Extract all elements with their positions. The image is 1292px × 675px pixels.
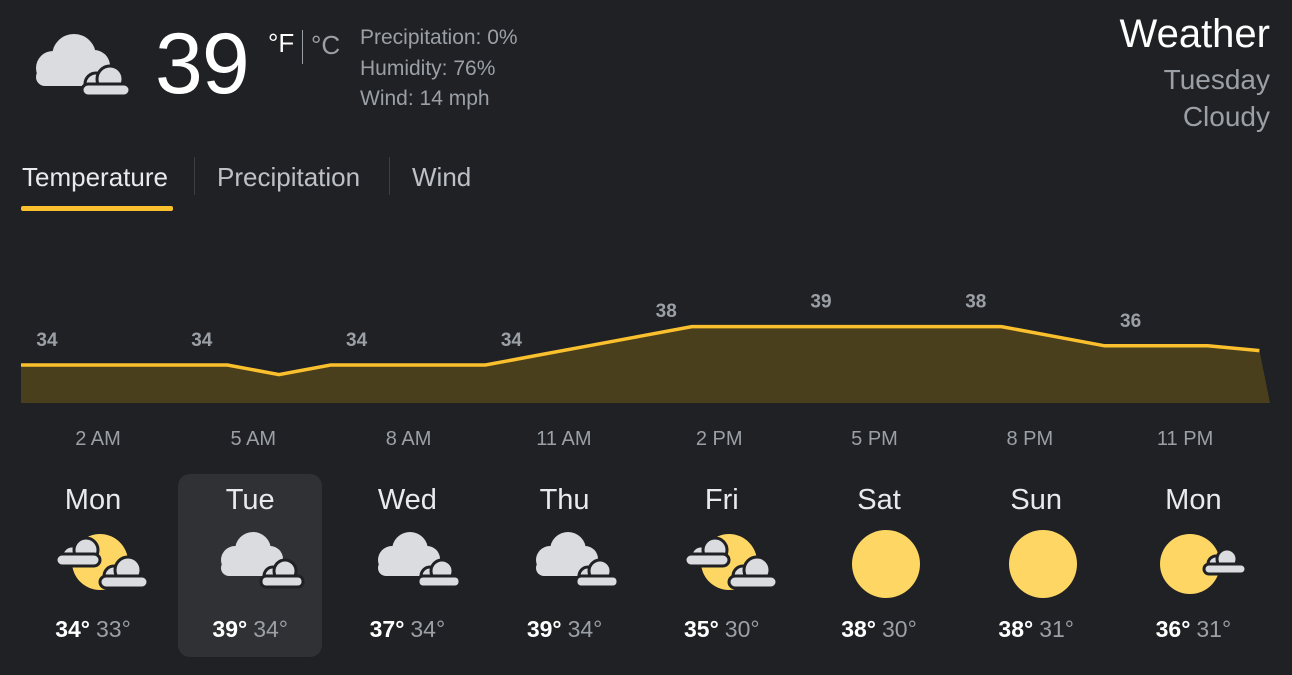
day-high: 38°	[841, 616, 876, 642]
day-temperatures: 37° 34°	[335, 616, 479, 643]
day-name: Sat	[857, 484, 901, 516]
day-high: 38°	[998, 616, 1034, 642]
day-name: Thu	[539, 484, 590, 516]
day-high: 39°	[526, 616, 562, 642]
precipitation-detail: Precipitation: 0%	[360, 26, 518, 49]
weather-title: Weather	[1119, 12, 1270, 56]
hour-tick-label: 5 AM	[230, 428, 277, 450]
chart-data-label: 34	[346, 330, 368, 351]
day-low: 31°	[1039, 616, 1074, 642]
day-temperatures: 39° 34°	[493, 616, 637, 643]
day-name: Mon	[1165, 484, 1222, 516]
day-name: Tue	[225, 484, 275, 516]
unit-celsius-button[interactable]: °C	[311, 30, 340, 61]
cloudy-icon	[211, 526, 307, 598]
day-name: Fri	[704, 484, 739, 516]
day-low: 34°	[567, 616, 603, 642]
day-low: 31°	[1196, 616, 1232, 642]
mostly-sunny-icon	[1154, 526, 1250, 598]
tab-divider	[389, 157, 390, 195]
day-card-sat[interactable]: Sat 38° 30°	[807, 474, 951, 657]
day-temperatures: 34° 33°	[21, 616, 165, 643]
hour-tick-label: 11 PM	[1156, 428, 1214, 450]
day-low: 33°	[96, 616, 131, 642]
day-name: Mon	[64, 484, 122, 516]
current-temperature: 39	[155, 16, 250, 112]
cloudy-icon	[368, 526, 464, 598]
cloudy-icon	[26, 28, 132, 100]
partly-sunny-icon	[54, 526, 150, 598]
hour-tick-label: 8 AM	[385, 428, 432, 450]
hour-tick-label: 5 PM	[851, 428, 898, 450]
day-card-sun[interactable]: Sun 38° 31°	[964, 474, 1108, 657]
hour-tick-label: 8 PM	[1006, 428, 1054, 450]
day-high: 39°	[212, 616, 248, 642]
partly-sunny-icon	[683, 526, 779, 598]
temperature-chart: 34 34 34 34 38 39 38 36	[21, 292, 1270, 403]
day-temperatures: 36° 31°	[1121, 616, 1265, 643]
day-name: Wed	[377, 484, 437, 516]
tab-precipitation[interactable]: Precipitation	[217, 162, 360, 193]
chart-data-label: 39	[810, 292, 831, 313]
chart-data-label: 34	[501, 330, 523, 351]
day-low: 34°	[410, 616, 446, 642]
hour-tick-label: 2 PM	[695, 428, 743, 450]
unit-fahrenheit-button[interactable]: °F	[268, 28, 294, 59]
wind-detail: Wind: 14 mph	[360, 87, 490, 110]
weather-day: Tuesday	[1163, 64, 1270, 95]
day-temperatures: 35° 30°	[650, 616, 794, 643]
day-temperatures: 38° 30°	[807, 616, 951, 643]
day-high: 34°	[55, 616, 90, 642]
hour-tick-label: 11 AM	[536, 428, 592, 450]
day-card-thu[interactable]: Thu 39° 34°	[493, 474, 637, 657]
day-card-mon[interactable]: Mon 34° 33°	[21, 474, 165, 657]
cloudy-icon	[526, 526, 622, 598]
day-card-wed[interactable]: Wed 37° 34°	[335, 474, 479, 657]
tab-wind[interactable]: Wind	[412, 162, 471, 193]
sunny-icon	[997, 526, 1093, 598]
day-low: 30°	[882, 616, 917, 642]
day-low: 34°	[253, 616, 288, 642]
tab-divider	[194, 157, 195, 195]
day-card-mon[interactable]: Mon 36° 31°	[1121, 474, 1265, 657]
chart-data-label: 38	[965, 292, 986, 313]
day-high: 37°	[369, 616, 405, 642]
day-card-tue[interactable]: Tue 39° 34°	[178, 474, 323, 657]
hour-tick-label: 2 AM	[75, 428, 121, 450]
day-high: 35°	[684, 616, 719, 642]
weather-condition: Cloudy	[1182, 101, 1270, 132]
day-name: Sun	[1010, 484, 1062, 516]
humidity-detail: Humidity: 76%	[360, 57, 496, 80]
tab-temperature[interactable]: Temperature	[22, 162, 168, 193]
tab-selected-indicator	[21, 206, 173, 211]
chart-data-label: 38	[656, 301, 677, 322]
day-temperatures: 39° 34°	[178, 616, 322, 643]
chart-data-label: 34	[36, 330, 58, 351]
day-low: 30°	[724, 616, 760, 642]
unit-divider	[302, 30, 303, 64]
day-card-fri[interactable]: Fri 35° 30°	[650, 474, 794, 657]
day-high: 36°	[1155, 616, 1191, 642]
chart-data-label: 36	[1120, 311, 1141, 332]
sunny-icon	[840, 526, 936, 598]
chart-data-label: 34	[191, 330, 213, 351]
day-temperatures: 38° 31°	[964, 616, 1108, 643]
